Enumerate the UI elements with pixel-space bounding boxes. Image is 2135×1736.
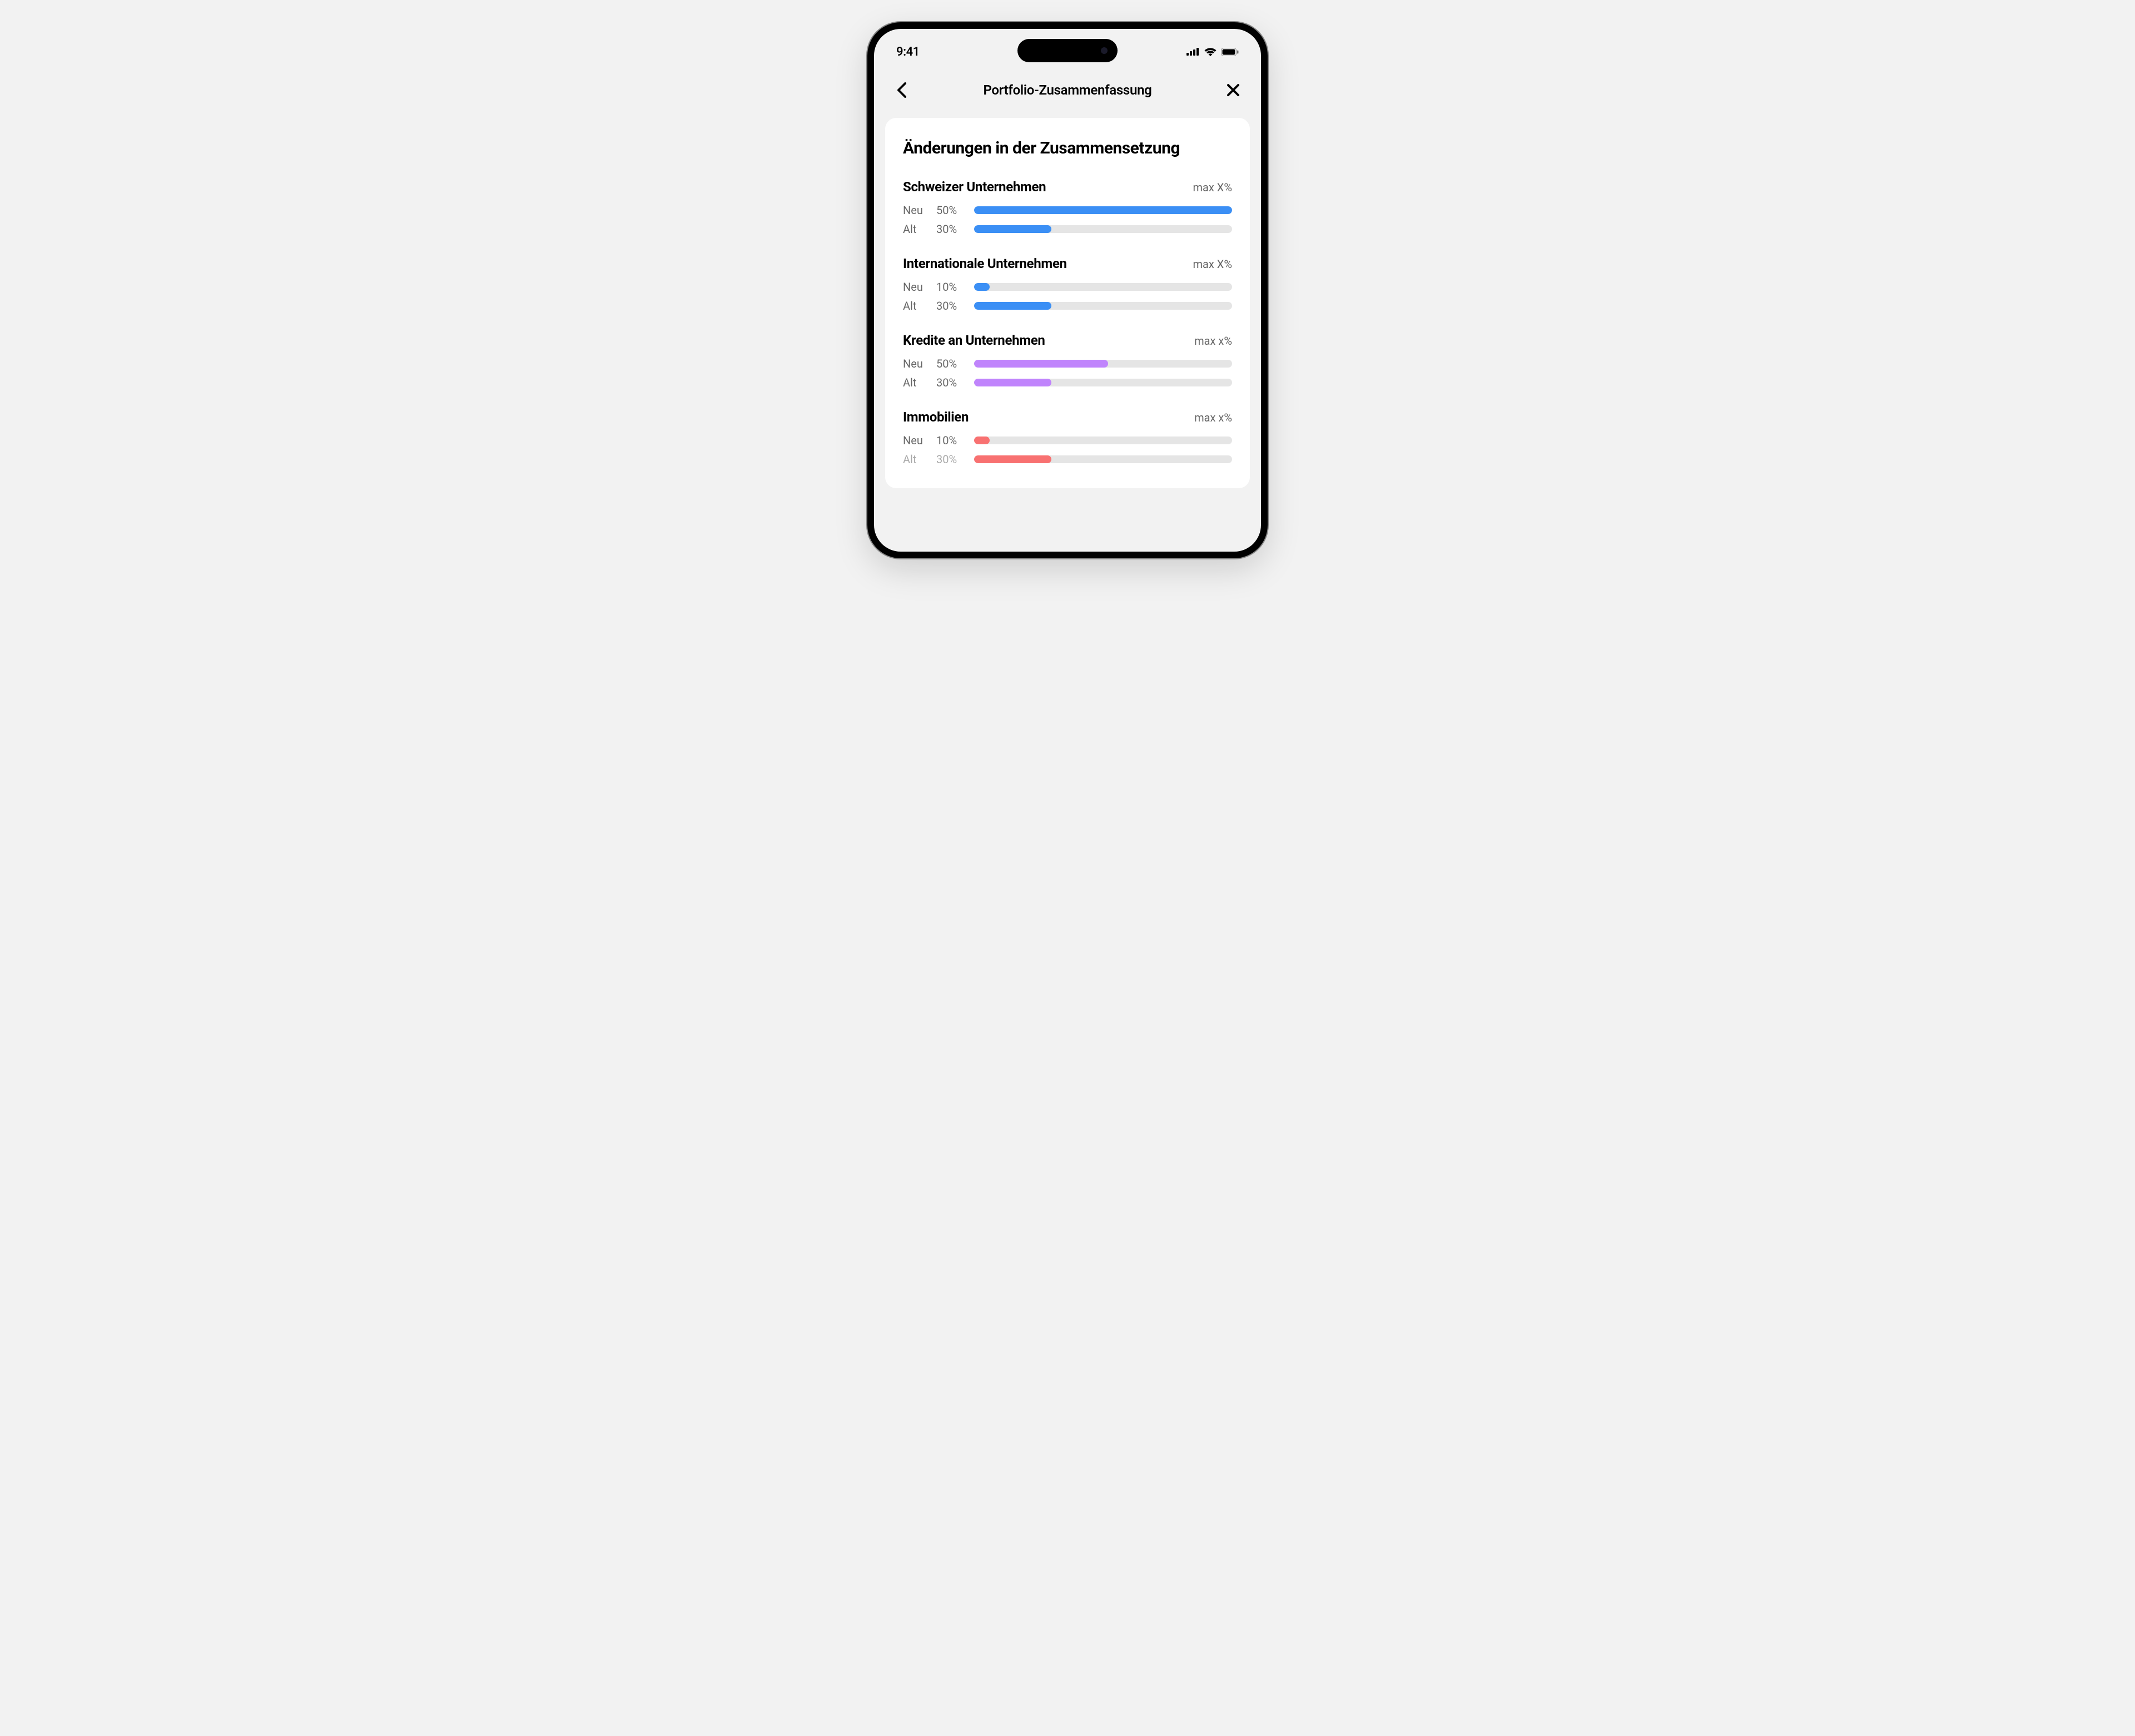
card-title: Änderungen in der Zusammensetzung bbox=[903, 138, 1232, 159]
category-name: Immobilien bbox=[903, 409, 969, 425]
categories-list: Schweizer Unternehmenmax X%Neu50%Alt30%I… bbox=[903, 179, 1232, 466]
bar-value: 50% bbox=[936, 357, 965, 370]
bar-label: Neu bbox=[903, 357, 927, 370]
category-name: Kredite an Unternehmen bbox=[903, 333, 1045, 348]
category-block: Kredite an Unternehmen max x% Neu 50% Alt 30% bbox=[903, 333, 1232, 389]
bar-row-old: Alt 30% bbox=[903, 453, 1232, 466]
category-max: max x% bbox=[1194, 334, 1232, 348]
bar-fill bbox=[974, 437, 990, 444]
wifi-icon bbox=[1204, 47, 1217, 56]
category-max: max X% bbox=[1193, 181, 1233, 194]
bar-fill bbox=[974, 360, 1108, 368]
bar-row-old: Alt 30% bbox=[903, 222, 1232, 236]
nav-bar: Portfolio-Zusammenfassung bbox=[874, 68, 1261, 118]
bar-fill bbox=[974, 206, 1232, 214]
bar-track bbox=[974, 225, 1232, 233]
phone-screen: 9:41 Portfolio-Zusammenfassung bbox=[874, 29, 1261, 552]
back-button[interactable] bbox=[890, 78, 914, 102]
bar-row-old: Alt 30% bbox=[903, 376, 1232, 389]
dynamic-island bbox=[1017, 39, 1118, 62]
bar-fill bbox=[974, 283, 990, 291]
category-block: Schweizer Unternehmen max X% Neu 50% Alt 30% bbox=[903, 179, 1232, 236]
chevron-left-icon bbox=[897, 82, 907, 98]
bar-track bbox=[974, 379, 1232, 386]
battery-icon bbox=[1221, 48, 1239, 56]
phone-frame: 9:41 Portfolio-Zusammenfassung bbox=[867, 22, 1268, 558]
bar-fill bbox=[974, 455, 1051, 463]
cellular-signal-icon bbox=[1186, 48, 1200, 56]
bar-row-new: Neu 10% bbox=[903, 434, 1232, 447]
category-block: Immobilien max x% Neu 10% Alt 30% bbox=[903, 409, 1232, 466]
bar-row-new: Neu 10% bbox=[903, 280, 1232, 294]
bar-row-new: Neu 50% bbox=[903, 357, 1232, 370]
bar-label: Neu bbox=[903, 434, 927, 447]
bar-fill bbox=[974, 302, 1051, 310]
bar-row-new: Neu 50% bbox=[903, 204, 1232, 217]
bar-value: 30% bbox=[936, 222, 965, 236]
bar-label: Alt bbox=[903, 376, 927, 389]
category-name: Schweizer Unternehmen bbox=[903, 179, 1046, 195]
close-icon bbox=[1227, 83, 1240, 97]
bar-track bbox=[974, 206, 1232, 214]
bar-value: 10% bbox=[936, 434, 965, 447]
bar-value: 30% bbox=[936, 299, 965, 313]
bar-track bbox=[974, 283, 1232, 291]
bar-label: Neu bbox=[903, 280, 927, 294]
bar-label: Alt bbox=[903, 453, 927, 466]
category-header: Immobilien max x% bbox=[903, 409, 1232, 425]
category-name: Internationale Unternehmen bbox=[903, 256, 1067, 271]
category-max: max x% bbox=[1194, 411, 1232, 424]
bar-value: 50% bbox=[936, 204, 965, 217]
bar-fill bbox=[974, 379, 1051, 386]
bar-track bbox=[974, 360, 1232, 368]
category-header: Internationale Unternehmen max X% bbox=[903, 256, 1232, 271]
category-block: Internationale Unternehmen max X% Neu 10% Al… bbox=[903, 256, 1232, 313]
category-header: Schweizer Unternehmen max X% bbox=[903, 179, 1232, 195]
bar-label: Alt bbox=[903, 222, 927, 236]
bar-track bbox=[974, 437, 1232, 444]
close-button[interactable] bbox=[1221, 78, 1245, 102]
bar-value: 10% bbox=[936, 280, 965, 294]
bar-fill bbox=[974, 225, 1051, 233]
bar-value: 30% bbox=[936, 376, 965, 389]
category-header: Kredite an Unternehmen max x% bbox=[903, 333, 1232, 348]
bar-track bbox=[974, 455, 1232, 463]
composition-card: Änderungen in der Zusammensetzung Schwei… bbox=[885, 118, 1250, 488]
bar-row-old: Alt 30% bbox=[903, 299, 1232, 313]
bar-track bbox=[974, 302, 1232, 310]
status-time: 9:41 bbox=[896, 45, 920, 59]
bar-label: Alt bbox=[903, 299, 927, 313]
bar-label: Neu bbox=[903, 204, 927, 217]
bar-value: 30% bbox=[936, 453, 965, 466]
status-icons bbox=[1186, 47, 1239, 56]
page-title: Portfolio-Zusammenfassung bbox=[914, 82, 1221, 98]
category-max: max X% bbox=[1193, 257, 1233, 271]
